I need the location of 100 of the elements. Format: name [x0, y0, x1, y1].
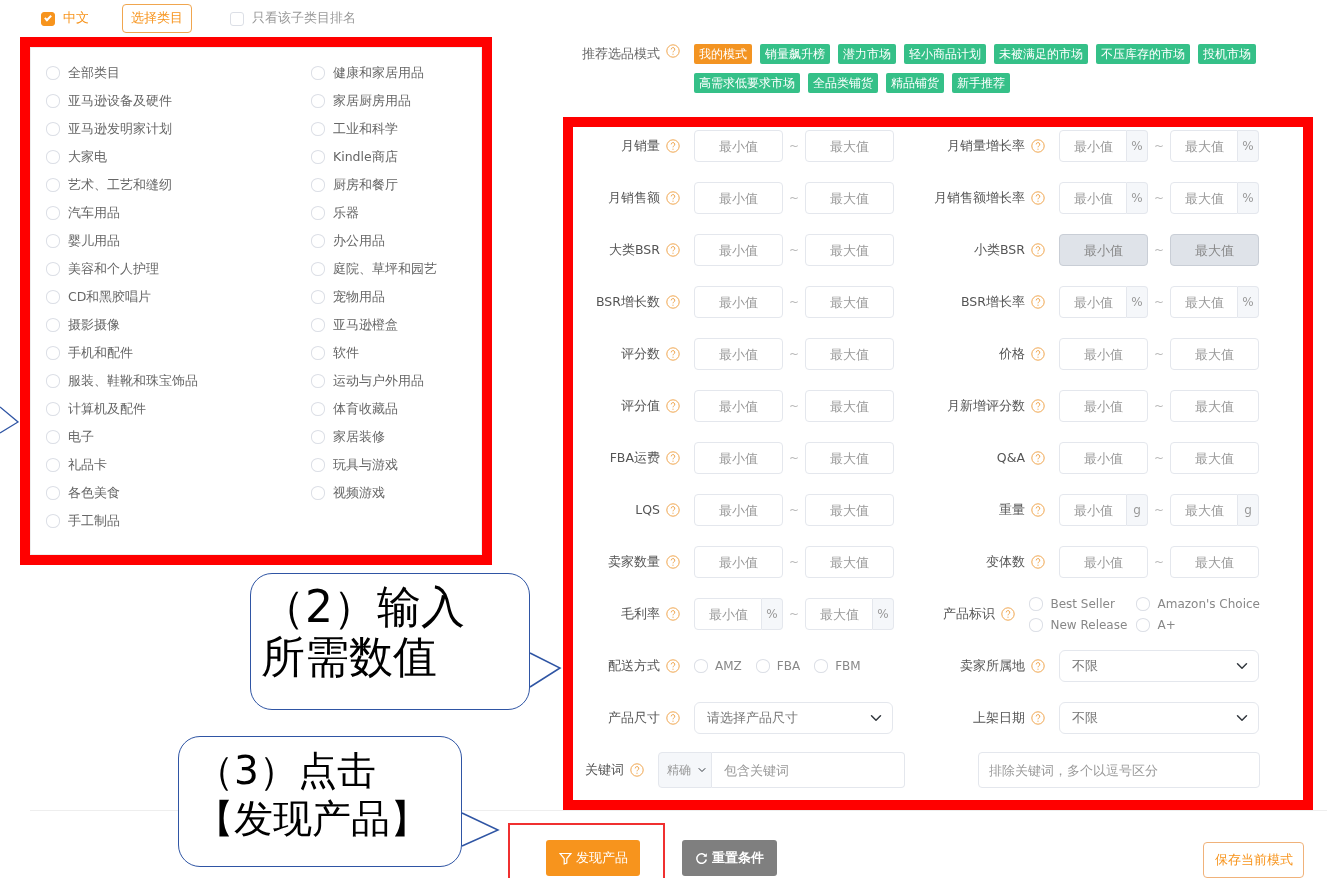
filter-label: 变体数 — [985, 552, 1025, 571]
number-field[interactable]: 最小值 — [1059, 546, 1148, 578]
number-field[interactable]: 最大值 — [805, 234, 894, 266]
help-icon[interactable] — [1031, 399, 1045, 413]
help-icon[interactable] — [666, 347, 680, 361]
mode-tag[interactable]: 精品铺货 — [886, 73, 944, 93]
mode-tag[interactable]: 潜力市场 — [838, 44, 896, 64]
help-icon[interactable] — [1001, 607, 1016, 621]
help-icon[interactable] — [1031, 295, 1045, 309]
number-field[interactable]: 最小值 — [694, 546, 783, 578]
checkbox-label: Amazon's Choice — [1157, 595, 1260, 613]
help-icon[interactable] — [666, 503, 680, 517]
number-field[interactable]: 最小值 — [1059, 390, 1148, 422]
category-label: 亚马逊设备及硬件 — [68, 91, 172, 110]
number-field[interactable]: 最大值 — [1170, 338, 1259, 370]
filter-label: LQS — [634, 500, 660, 519]
help-icon[interactable] — [666, 399, 680, 413]
number-field[interactable]: 最小值 — [694, 130, 783, 162]
match-select[interactable]: 精确 — [658, 752, 712, 788]
select-field[interactable]: 请选择产品尺寸 — [694, 702, 893, 734]
checkbox-label: A+ — [1157, 616, 1176, 634]
mode-tag[interactable]: 销量飙升榜 — [760, 44, 830, 64]
number-field[interactable]: 最大值 — [805, 494, 894, 526]
number-field[interactable]: 最大值 — [805, 182, 894, 214]
category-label: 亚马逊发明家计划 — [68, 119, 172, 138]
number-field[interactable]: 最小值 — [1059, 442, 1148, 474]
number-field[interactable]: 最大值 — [1170, 390, 1259, 422]
number-field[interactable]: 最小值 — [694, 494, 783, 526]
mode-tag[interactable]: 未被满足的市场 — [994, 44, 1088, 64]
checkbox-label: Best Seller — [1050, 595, 1115, 613]
help-icon[interactable] — [1031, 347, 1045, 361]
help-icon[interactable] — [666, 659, 680, 673]
help-icon[interactable] — [1031, 555, 1045, 569]
reset-button[interactable]: 重置条件 — [682, 840, 777, 876]
filter-label: 大类BSR — [608, 240, 660, 259]
help-icon[interactable] — [1031, 243, 1045, 257]
number-field[interactable]: 最大值 — [805, 130, 894, 162]
number-field[interactable]: 最大值 — [1170, 286, 1238, 318]
help-icon[interactable] — [1031, 451, 1045, 465]
help-icon[interactable] — [666, 607, 680, 621]
category-label: 礼品卡 — [68, 455, 107, 474]
category-label: 各色美食 — [68, 483, 120, 502]
number-field[interactable]: 最小值 — [694, 182, 783, 214]
select-category-button[interactable]: 选择类目 — [122, 4, 192, 33]
number-field[interactable]: 最大值 — [1170, 442, 1259, 474]
range-separator: ~ — [1152, 398, 1166, 415]
category-label: 乐器 — [333, 203, 359, 222]
number-field[interactable]: 最大值 — [1170, 182, 1238, 214]
checkbox[interactable] — [41, 11, 55, 26]
help-icon[interactable] — [666, 44, 680, 58]
number-field[interactable]: 最大值 — [1170, 130, 1238, 162]
number-field[interactable]: 最大值 — [805, 286, 894, 318]
mode-tag[interactable]: 全品类铺货 — [808, 73, 878, 93]
help-icon[interactable] — [666, 191, 680, 205]
number-field[interactable]: 最大值 — [1170, 494, 1238, 526]
number-field[interactable]: 最小值 — [694, 286, 783, 318]
number-field[interactable]: 最小值 — [1059, 130, 1127, 162]
help-icon[interactable] — [666, 555, 680, 569]
help-icon[interactable] — [666, 295, 680, 309]
mode-tag[interactable]: 我的模式 — [694, 44, 752, 64]
number-field[interactable]: 最大值 — [805, 598, 873, 630]
exclude-keyword-field[interactable]: 排除关键词，多个以逗号区分 — [978, 752, 1260, 788]
number-field[interactable]: 最小值 — [1059, 286, 1127, 318]
category-label: Kindle商店 — [333, 147, 398, 166]
discover-button[interactable]: 发现产品 — [546, 840, 640, 876]
number-field[interactable]: 最小值 — [694, 338, 783, 370]
help-icon[interactable] — [1031, 711, 1045, 725]
number-field[interactable]: 最小值 — [1059, 182, 1127, 214]
number-field[interactable]: 最小值 — [694, 390, 783, 422]
number-field[interactable]: 最大值 — [805, 338, 894, 370]
unit-addon: % — [873, 598, 894, 630]
number-field[interactable]: 最大值 — [805, 442, 894, 474]
help-icon[interactable] — [630, 763, 644, 777]
checkbox-label: 只看该子类目排名 — [252, 9, 356, 28]
select-field[interactable]: 不限 — [1059, 650, 1259, 682]
number-field[interactable]: 最小值 — [1059, 494, 1127, 526]
help-icon[interactable] — [666, 139, 680, 153]
filter-label: 卖家所属地 — [959, 656, 1025, 675]
number-field[interactable]: 最大值 — [1170, 546, 1259, 578]
mode-tag[interactable]: 投机市场 — [1198, 44, 1256, 64]
help-icon[interactable] — [1031, 191, 1045, 205]
select-field[interactable]: 不限 — [1059, 702, 1259, 734]
number-field[interactable]: 最大值 — [805, 390, 894, 422]
mode-tag[interactable]: 不压库存的市场 — [1096, 44, 1190, 64]
mode-tag[interactable]: 高需求低要求市场 — [694, 73, 800, 93]
number-field[interactable]: 最小值 — [694, 442, 783, 474]
mode-tag[interactable]: 轻小商品计划 — [904, 44, 986, 64]
number-field[interactable]: 最小值 — [1059, 338, 1148, 370]
number-field[interactable]: 最大值 — [805, 546, 894, 578]
help-icon[interactable] — [1031, 659, 1045, 673]
mode-tag[interactable]: 新手推荐 — [952, 73, 1010, 93]
help-icon[interactable] — [666, 243, 680, 257]
keyword-field[interactable]: 包含关键词 — [712, 752, 905, 788]
help-icon[interactable] — [1031, 503, 1045, 517]
number-field[interactable]: 最小值 — [694, 598, 762, 630]
help-icon[interactable] — [666, 711, 680, 725]
save-mode-button[interactable]: 保存当前模式 — [1203, 842, 1304, 878]
help-icon[interactable] — [1031, 139, 1045, 153]
help-icon[interactable] — [666, 451, 680, 465]
number-field[interactable]: 最小值 — [694, 234, 783, 266]
